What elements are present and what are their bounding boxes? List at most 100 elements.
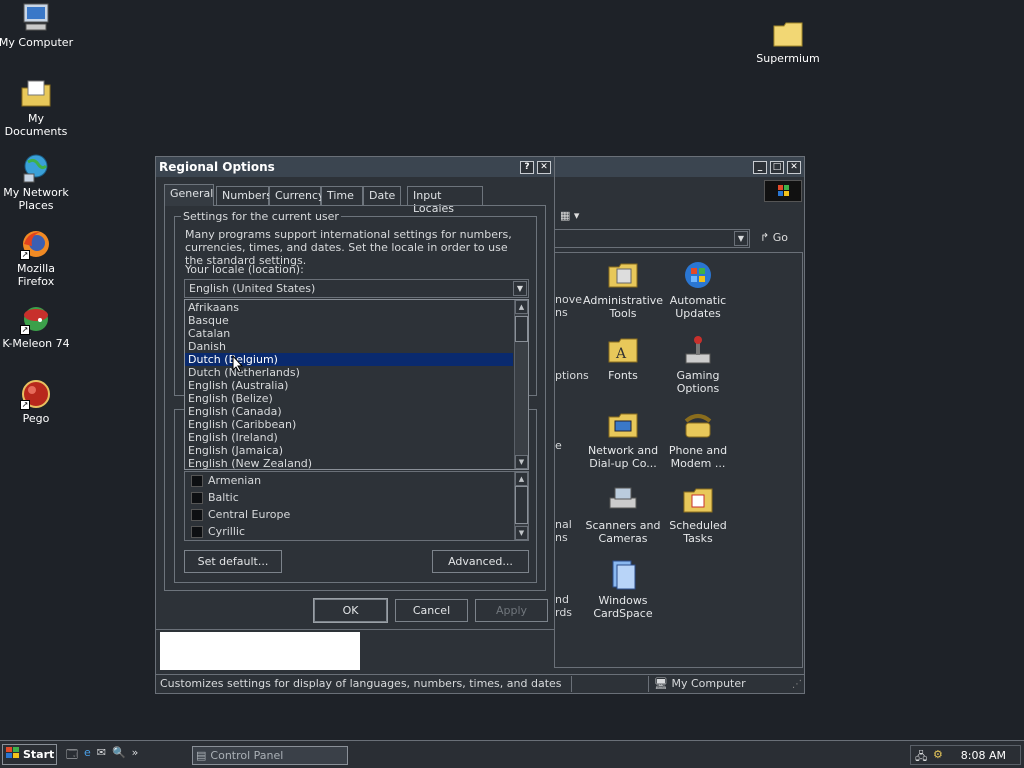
locale-option[interactable]: English (Australia) bbox=[185, 379, 513, 392]
combobox-arrow-icon[interactable]: ▼ bbox=[513, 281, 527, 296]
desktop-icon-my-network-places[interactable]: My Network Places bbox=[0, 152, 74, 212]
status-location-label: My Computer bbox=[671, 677, 746, 690]
tab-time[interactable]: Time bbox=[321, 186, 363, 205]
locale-option[interactable]: Danish bbox=[185, 340, 513, 353]
address-bar[interactable]: ▼ bbox=[554, 229, 750, 248]
tab-numbers[interactable]: Numbers bbox=[216, 186, 272, 205]
go-arrow-icon: ↱ bbox=[760, 231, 770, 244]
folder-icon bbox=[772, 18, 804, 50]
partial-label: nd bbox=[555, 593, 569, 606]
desktop-icon-mozilla-firefox[interactable]: ↗ Mozilla Firefox bbox=[0, 228, 74, 288]
advanced-button[interactable]: Advanced... bbox=[432, 550, 529, 573]
cp-item-fonts[interactable]: A Fonts bbox=[583, 334, 663, 382]
cp-item-gaming-options[interactable]: Gaming Options bbox=[658, 334, 738, 395]
language-setting-row[interactable]: Armenian bbox=[185, 472, 513, 489]
scroll-thumb[interactable] bbox=[515, 316, 528, 342]
ok-button[interactable]: OK bbox=[313, 598, 388, 623]
outlook-express-icon[interactable]: ✉ bbox=[97, 746, 106, 765]
internet-explorer-icon[interactable]: e bbox=[84, 746, 91, 765]
cp-item-scheduled-tasks[interactable]: Scheduled Tasks bbox=[658, 484, 738, 545]
group-title: Settings for the current user bbox=[181, 210, 341, 223]
checkbox[interactable] bbox=[191, 491, 203, 504]
description-text: Many programs support international sett… bbox=[185, 228, 512, 267]
clock[interactable]: 8:08 AM bbox=[961, 749, 1006, 762]
resize-grip-icon[interactable]: ⋰ bbox=[792, 679, 802, 690]
locale-value: English (United States) bbox=[189, 282, 316, 295]
apply-button[interactable]: Apply bbox=[475, 599, 548, 622]
help-button[interactable]: ? bbox=[520, 160, 534, 174]
search-icon[interactable]: 🔍 bbox=[112, 746, 126, 765]
cp-item-phone-modem[interactable]: Phone and Modem ... bbox=[658, 409, 738, 470]
close-button[interactable]: ✕ bbox=[787, 160, 801, 174]
tab-input-locales[interactable]: Input Locales bbox=[407, 186, 483, 215]
cp-item-administrative-tools[interactable]: Administrative Tools bbox=[583, 259, 663, 320]
start-button[interactable]: Start bbox=[2, 744, 57, 765]
locale-option[interactable]: Catalan bbox=[185, 327, 513, 340]
joystick-icon bbox=[682, 334, 714, 366]
locale-option[interactable]: Afrikaans bbox=[185, 301, 513, 314]
language-settings-scrollbar[interactable]: ▲ ▼ bbox=[514, 472, 528, 540]
cp-item-windows-cardspace[interactable]: Windows CardSpace bbox=[583, 559, 663, 620]
dialog-close-button[interactable]: ✕ bbox=[537, 160, 551, 174]
maximize-button[interactable]: □ bbox=[770, 160, 784, 174]
dialog-title: Regional Options bbox=[159, 160, 275, 174]
desktop-icon-label: My Computer bbox=[0, 36, 74, 49]
cp-item-scanners-cameras[interactable]: Scanners and Cameras bbox=[583, 484, 663, 545]
checkbox[interactable] bbox=[191, 508, 203, 521]
locale-option[interactable]: Basque bbox=[185, 314, 513, 327]
tab-general[interactable]: General bbox=[164, 184, 214, 206]
network-globe-icon bbox=[20, 152, 52, 184]
tab-currency[interactable]: Currency bbox=[269, 186, 325, 205]
show-desktop-icon[interactable]: 🗔 bbox=[66, 746, 78, 765]
scroll-down-arrow-icon[interactable]: ▼ bbox=[515, 455, 528, 469]
desktop-icon-k-meleon[interactable]: ↗ K-Meleon 74 bbox=[0, 303, 74, 350]
k-meleon-icon: ↗ bbox=[20, 303, 52, 335]
address-dropdown-arrow-icon[interactable]: ▼ bbox=[734, 231, 748, 246]
taskbar-task-control-panel[interactable]: ▤ Control Panel bbox=[192, 746, 348, 765]
set-default-button[interactable]: Set default... bbox=[184, 550, 282, 573]
locale-option[interactable]: English (Jamaica) bbox=[185, 444, 513, 457]
network-tray-icon[interactable]: 🖧 bbox=[915, 748, 927, 767]
cp-item-label: Automatic Updates bbox=[669, 294, 727, 320]
locale-option[interactable]: English (Canada) bbox=[185, 405, 513, 418]
details-pane bbox=[160, 632, 360, 670]
checkbox[interactable] bbox=[191, 474, 203, 487]
checkbox[interactable] bbox=[191, 525, 203, 538]
quick-launch-more[interactable]: » bbox=[132, 746, 139, 765]
cp-item-automatic-updates[interactable]: Automatic Updates bbox=[658, 259, 738, 320]
minimize-button[interactable]: _ bbox=[753, 160, 767, 174]
locale-option[interactable]: English (Caribbean) bbox=[185, 418, 513, 431]
locale-dropdown-list[interactable]: Afrikaans Basque Catalan Danish Dutch (Belgi… bbox=[184, 299, 529, 470]
desktop-icon-supermium[interactable]: Supermium bbox=[750, 18, 826, 65]
locale-option[interactable]: English (Ireland) bbox=[185, 431, 513, 444]
cp-item-network-dialup[interactable]: Network and Dial-up Co... bbox=[583, 409, 663, 470]
partial-label: nal bbox=[555, 518, 572, 531]
cancel-button[interactable]: Cancel bbox=[395, 599, 468, 622]
locale-option[interactable]: English (Belize) bbox=[185, 392, 513, 405]
views-icon[interactable]: ▦ ▾ bbox=[560, 209, 579, 222]
desktop-icon-label: My Network Places bbox=[3, 186, 69, 212]
desktop-icon-pego[interactable]: ↗ Pego bbox=[0, 378, 74, 425]
tab-date[interactable]: Date bbox=[363, 186, 401, 205]
partial-label: nove bbox=[555, 293, 582, 306]
go-button[interactable]: ↱ Go bbox=[760, 231, 788, 244]
cp-item-label: Scheduled Tasks bbox=[669, 519, 727, 545]
language-setting-row[interactable]: Central Europe bbox=[185, 506, 513, 523]
dropdown-scrollbar[interactable]: ▲ ▼ bbox=[514, 300, 528, 469]
scroll-up-arrow-icon[interactable]: ▲ bbox=[515, 472, 528, 486]
locale-combobox[interactable]: English (United States) ▼ bbox=[184, 279, 529, 298]
locale-option[interactable]: English (New Zealand) bbox=[185, 457, 513, 470]
shortcut-arrow-icon: ↗ bbox=[20, 325, 30, 335]
cp-item-label: Fonts bbox=[608, 369, 638, 382]
desktop-icon-my-computer[interactable]: My Computer bbox=[0, 2, 74, 49]
desktop-icon-my-documents[interactable]: My Documents bbox=[0, 78, 74, 138]
scroll-thumb[interactable] bbox=[515, 486, 528, 524]
language-setting-row[interactable]: Cyrillic bbox=[185, 523, 513, 540]
language-setting-row[interactable]: Baltic bbox=[185, 489, 513, 506]
status-text: Customizes settings for display of langu… bbox=[160, 677, 562, 690]
language-settings-list[interactable]: Armenian Baltic Central Europe Cyrillic ▲ ▼ bbox=[184, 471, 529, 541]
scroll-up-arrow-icon[interactable]: ▲ bbox=[515, 300, 528, 314]
administrative-tools-icon bbox=[607, 259, 639, 291]
scroll-down-arrow-icon[interactable]: ▼ bbox=[515, 526, 528, 540]
security-tray-icon[interactable]: ⚙ bbox=[933, 748, 943, 761]
